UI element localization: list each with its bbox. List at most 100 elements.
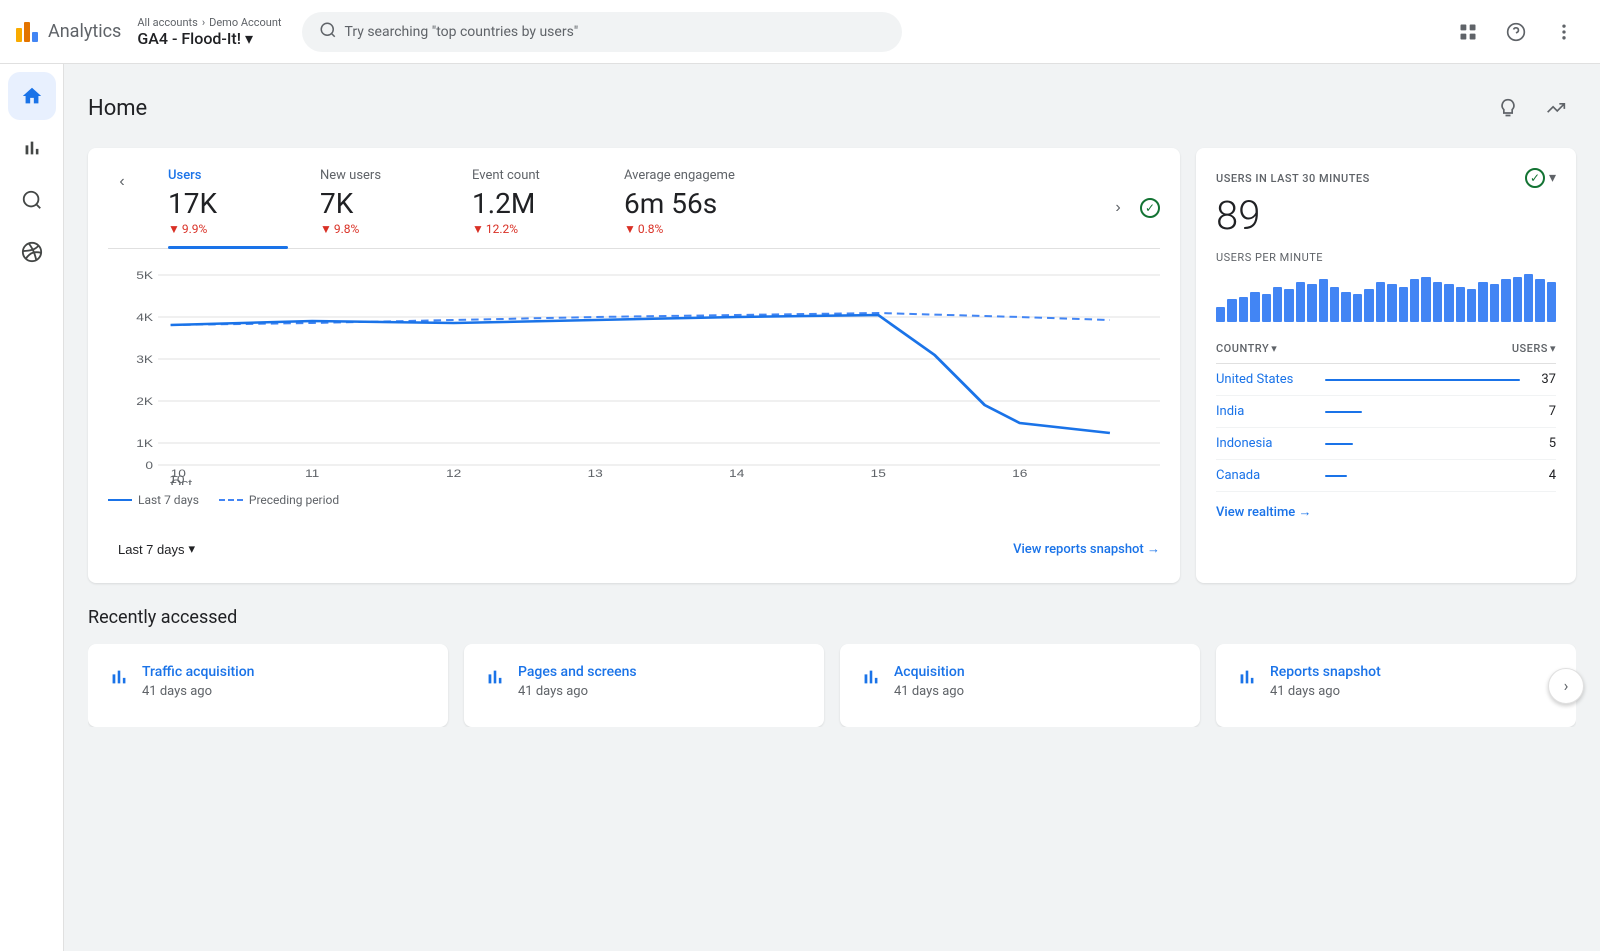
svg-text:4K: 4K	[136, 311, 154, 323]
help-button[interactable]	[1496, 12, 1536, 52]
recent-card: Traffic acquisition 41 days ago	[88, 644, 448, 727]
date-range-label: Last 7 days	[118, 542, 185, 557]
recently-accessed-cards: Traffic acquisition 41 days ago Pages an…	[88, 644, 1576, 727]
new-users-change: ▼ 9.8%	[320, 222, 440, 236]
header-actions	[1488, 88, 1576, 128]
bar-chart-bar	[1284, 289, 1293, 322]
recently-accessed-section: Recently accessed Traffic acquisition 41…	[88, 607, 1576, 727]
svg-text:15: 15	[871, 467, 886, 479]
status-indicator: ✓	[1140, 198, 1160, 218]
realtime-card: USERS IN LAST 30 MINUTES ✓ ▾ 89 USERS PE…	[1196, 148, 1576, 583]
logo-bar-yellow	[16, 28, 22, 42]
svg-text:11: 11	[305, 467, 319, 479]
recent-card-date: 41 days ago	[894, 684, 965, 699]
chevron-down-icon: ▾	[245, 29, 253, 48]
new-users-label: New users	[320, 168, 440, 183]
chart-legend: Last 7 days Preceding period	[108, 493, 1160, 507]
event-count-value: 1.2M	[472, 187, 592, 220]
date-range-button[interactable]: Last 7 days ▾	[108, 535, 205, 563]
bar-chart-bar	[1353, 294, 1362, 322]
trending-button[interactable]	[1536, 88, 1576, 128]
nav-right-actions	[1448, 12, 1584, 52]
legend-solid: Last 7 days	[108, 493, 199, 507]
recent-card-date: 41 days ago	[142, 684, 254, 699]
bar-chart-bar	[1239, 297, 1248, 322]
metric-tab-new-users[interactable]: New users 7K ▼ 9.8%	[320, 168, 440, 248]
country-name[interactable]: Canada	[1216, 468, 1313, 483]
country-count: 4	[1532, 468, 1556, 483]
chart-svg: 5K 4K 3K 2K 1K 0 10 10 Oct 11 12 13 14 1…	[108, 265, 1160, 485]
recent-card-header: Traffic acquisition 41 days ago	[108, 664, 428, 699]
metric-tab-event-count[interactable]: Event count 1.2M ▼ 12.2%	[472, 168, 592, 248]
svg-text:13: 13	[588, 467, 603, 479]
metrics-next-arrow[interactable]: ›	[1104, 194, 1132, 222]
bar-chart-bar	[1410, 279, 1419, 322]
sidebar-item-home[interactable]	[8, 72, 56, 120]
bar-chart-bar	[1513, 277, 1522, 322]
bar-chart-bar	[1376, 282, 1385, 322]
recently-accessed-title: Recently accessed	[88, 607, 1576, 628]
event-count-label: Event count	[472, 168, 592, 183]
engagement-change: ▼ 0.8%	[624, 222, 744, 236]
event-count-change: ▼ 12.2%	[472, 222, 592, 236]
account-selector[interactable]: All accounts › Demo Account GA4 - Flood-…	[137, 16, 281, 48]
country-row: India 7	[1216, 396, 1556, 428]
bar-chart-bar	[1421, 277, 1430, 322]
country-count: 37	[1532, 372, 1556, 387]
recent-card-title[interactable]: Reports snapshot	[1270, 664, 1381, 680]
users-column-header[interactable]: USERS ▾	[1512, 342, 1556, 355]
country-bar	[1325, 411, 1362, 413]
recent-card: Reports snapshot 41 days ago	[1216, 644, 1576, 727]
bar-chart-bar	[1535, 279, 1544, 322]
view-reports-link[interactable]: View reports snapshot →	[1013, 541, 1160, 557]
chevron-down-icon: ▾	[1271, 342, 1277, 355]
metrics-prev-arrow[interactable]: ‹	[108, 168, 136, 196]
property-selector[interactable]: GA4 - Flood-It! ▾	[137, 29, 281, 48]
engagement-label: Average engageme	[624, 168, 744, 183]
country-bar-wrap	[1325, 475, 1520, 477]
sidebar-item-reports[interactable]	[8, 124, 56, 172]
bar-chart-bar	[1330, 287, 1339, 322]
country-rows: United States 37 India 7 Indonesia 5 Can…	[1216, 364, 1556, 492]
side-navigation	[0, 64, 64, 951]
chevron-down-icon[interactable]: ▾	[1549, 170, 1556, 186]
search-bar[interactable]: Try searching "top countries by users"	[302, 12, 902, 52]
bar-chart-bar	[1273, 287, 1282, 322]
country-table: COUNTRY ▾ USERS ▾ United States 37 India	[1216, 338, 1556, 492]
country-row: Indonesia 5	[1216, 428, 1556, 460]
sidebar-item-advertising[interactable]	[8, 228, 56, 276]
users-change: ▼ 9.9%	[168, 222, 288, 236]
svg-text:0: 0	[145, 459, 153, 471]
country-name[interactable]: United States	[1216, 372, 1313, 387]
recent-card-header: Acquisition 41 days ago	[860, 664, 1180, 699]
svg-text:12: 12	[446, 467, 461, 479]
down-arrow-icon: ▼	[624, 222, 636, 236]
bar-chart-bar	[1262, 294, 1271, 322]
chevron-down-icon: ▾	[1550, 342, 1556, 355]
main-content: Home ‹ Users 17K	[64, 64, 1600, 951]
down-arrow-icon: ▼	[168, 222, 180, 236]
scroll-right-arrow[interactable]: ›	[1548, 668, 1584, 704]
bar-chart-bar	[1524, 274, 1533, 322]
status-dot: ✓	[1140, 198, 1160, 218]
country-bar	[1325, 475, 1346, 477]
view-realtime-link[interactable]: View realtime →	[1216, 504, 1556, 520]
recent-card-title[interactable]: Pages and screens	[518, 664, 637, 680]
metric-tab-engagement[interactable]: Average engageme 6m 56s ▼ 0.8%	[624, 168, 744, 248]
line-chart: 5K 4K 3K 2K 1K 0 10 10 Oct 11 12 13 14 1…	[108, 265, 1160, 485]
country-column-header[interactable]: COUNTRY ▾	[1216, 342, 1277, 355]
apps-button[interactable]	[1448, 12, 1488, 52]
report-icon	[108, 666, 130, 693]
metric-tab-users[interactable]: Users 17K ▼ 9.9%	[168, 168, 288, 248]
more-menu-button[interactable]	[1544, 12, 1584, 52]
bar-chart-bar	[1364, 289, 1373, 322]
country-name[interactable]: India	[1216, 404, 1313, 419]
ideas-button[interactable]	[1488, 88, 1528, 128]
sidebar-item-explore[interactable]	[8, 176, 56, 224]
recent-card: Acquisition 41 days ago	[840, 644, 1200, 727]
country-name[interactable]: Indonesia	[1216, 436, 1313, 451]
stats-card: ‹ Users 17K ▼ 9.9% New users 7K ▼ 9.8%	[88, 148, 1180, 583]
realtime-count: 89	[1216, 192, 1556, 239]
recent-card-title[interactable]: Acquisition	[894, 664, 965, 680]
recent-card-title[interactable]: Traffic acquisition	[142, 664, 254, 680]
